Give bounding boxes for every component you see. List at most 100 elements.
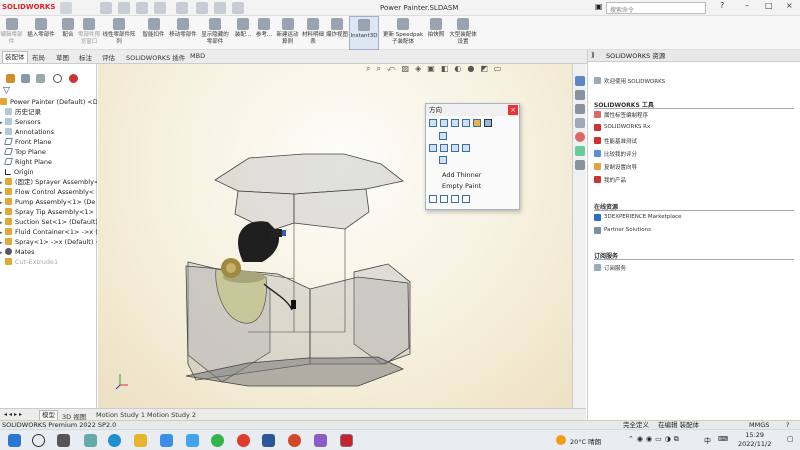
- update-view-icon[interactable]: [440, 119, 448, 127]
- back-view-icon[interactable]: [462, 144, 470, 152]
- app-icon[interactable]: [314, 434, 327, 447]
- tool-link[interactable]: SOLIDWORKS Rx: [594, 124, 650, 131]
- config-tab-icon[interactable]: [36, 74, 45, 83]
- tab-motion-study-1[interactable]: Motion Study 1: [96, 411, 145, 419]
- tree-item[interactable]: Right Plane: [0, 157, 97, 167]
- home-icon[interactable]: [60, 2, 72, 14]
- reset-view-icon[interactable]: [451, 119, 459, 127]
- two-view-horizontal-icon[interactable]: [451, 195, 459, 203]
- online-link[interactable]: Partner Solutions: [594, 227, 651, 234]
- right-view-icon[interactable]: [451, 144, 459, 152]
- task-view-icon[interactable]: [57, 434, 70, 447]
- tree-item[interactable]: Top Plane: [0, 147, 97, 157]
- menu-add-thinner[interactable]: Add Thinner: [442, 171, 481, 179]
- appearances-icon[interactable]: [575, 132, 585, 142]
- tree-item[interactable]: Front Plane: [0, 137, 97, 147]
- ime-indicator[interactable]: 中: [704, 436, 711, 446]
- input-icon[interactable]: ⌨: [718, 435, 728, 443]
- solidworks-icon[interactable]: [340, 434, 353, 447]
- clock[interactable]: 15:29 2022/11/2: [738, 431, 771, 449]
- tab-evaluate[interactable]: 评估: [102, 52, 115, 62]
- pin-panel-icon[interactable]: ⟫: [591, 51, 595, 59]
- ribbon-button-2[interactable]: 配合: [59, 16, 77, 50]
- tab-nav-icons[interactable]: ◂◂▸▸: [4, 411, 24, 418]
- design-library-icon[interactable]: [575, 90, 585, 100]
- tab-mbd[interactable]: MBD: [190, 52, 205, 60]
- tree-item[interactable]: ▸ Spray<1> ->x (Default) <: [0, 237, 97, 247]
- tree-item[interactable]: ▸ Sensors: [0, 117, 97, 127]
- terminal-icon[interactable]: ▣: [595, 2, 603, 11]
- print-icon[interactable]: [154, 2, 166, 14]
- ribbon-button-13[interactable]: Instant3D: [349, 16, 379, 50]
- tree-item[interactable]: ▸ Annotations: [0, 127, 97, 137]
- ribbon-button-14[interactable]: 更新 Speedpak 子装配体: [382, 16, 424, 50]
- search-input[interactable]: 搜索命令: [606, 2, 706, 14]
- search-icon[interactable]: [32, 434, 45, 447]
- orientation-close-button[interactable]: ×: [508, 105, 518, 115]
- welcome-link[interactable]: 欢迎使用 SOLIDWORKS: [594, 77, 665, 85]
- tree-item[interactable]: ▸ Mates: [0, 247, 97, 257]
- ribbon-button-1[interactable]: 插入零部件: [25, 16, 57, 50]
- tab-layout[interactable]: 布局: [32, 52, 45, 62]
- forum-icon[interactable]: [575, 160, 585, 170]
- ribbon-button-6[interactable]: 移动零部件: [168, 16, 198, 50]
- start-icon[interactable]: [8, 434, 21, 447]
- tree-item[interactable]: ▸ Flow Control Assembly<: [0, 187, 97, 197]
- open-file-icon[interactable]: [118, 2, 130, 14]
- tab-assembly[interactable]: 装配体: [2, 51, 28, 63]
- tool-link[interactable]: 比较我的评分: [594, 150, 637, 158]
- tab-sketch[interactable]: 草图: [56, 52, 69, 62]
- browser-icon[interactable]: [237, 434, 250, 447]
- filter-icon[interactable]: ▽: [3, 86, 10, 96]
- widgets-icon[interactable]: [84, 434, 97, 447]
- tool-link[interactable]: 属性标签编制程序: [594, 111, 648, 119]
- ribbon-button-5[interactable]: 智能扣件: [140, 16, 167, 50]
- powerpoint-icon[interactable]: [288, 434, 301, 447]
- new-view-icon[interactable]: [429, 119, 437, 127]
- four-view-icon[interactable]: [462, 195, 470, 203]
- store-icon[interactable]: [160, 434, 173, 447]
- tab-motion-study-2[interactable]: Motion Study 2: [147, 411, 196, 419]
- home-tab-icon[interactable]: [575, 76, 585, 86]
- weather-text[interactable]: 20°C 晴朗: [570, 436, 601, 446]
- word-icon[interactable]: [262, 434, 275, 447]
- tree-item[interactable]: ▸ Fluid Container<1> ->x (: [0, 227, 97, 237]
- ribbon-button-4[interactable]: 线性零部件阵列: [100, 16, 138, 50]
- display-tab-icon[interactable]: [69, 74, 78, 83]
- top-view-icon[interactable]: [439, 132, 447, 140]
- pin-icon[interactable]: [462, 119, 470, 127]
- tray-icons[interactable]: ⌃◉◉▭◑⧉: [628, 435, 682, 444]
- undo-icon[interactable]: [176, 2, 188, 14]
- explorer-icon[interactable]: [134, 434, 147, 447]
- ribbon-button-7[interactable]: 显示隐藏的零部件: [200, 16, 230, 50]
- ribbon-button-16[interactable]: 大型装配体设置: [447, 16, 479, 50]
- notification-icon[interactable]: ▢: [787, 435, 794, 443]
- edge-icon[interactable]: [108, 434, 121, 447]
- view-palette-icon[interactable]: [575, 118, 585, 128]
- tree-item[interactable]: Cut-Extrude1: [0, 257, 97, 267]
- rebuild-icon[interactable]: [214, 2, 226, 14]
- tab-markup[interactable]: 标注: [79, 52, 92, 62]
- tree-item[interactable]: ▸ Suction Set<1> (Default): [0, 217, 97, 227]
- tree-root[interactable]: Power Painter (Default) <De: [0, 97, 97, 107]
- tree-item[interactable]: Origin: [0, 167, 97, 177]
- ribbon-button-8[interactable]: 装配...: [232, 16, 254, 50]
- new-file-icon[interactable]: [100, 2, 112, 14]
- photos-icon[interactable]: [186, 434, 199, 447]
- bottom-view-icon[interactable]: [439, 156, 447, 164]
- tree-item[interactable]: ▸ Pump Assembly<1> (De: [0, 197, 97, 207]
- tool-link[interactable]: 性能基准测试: [594, 137, 637, 145]
- save-icon[interactable]: [136, 2, 148, 14]
- property-tab-icon[interactable]: [21, 74, 30, 83]
- wechat-icon[interactable]: [211, 434, 224, 447]
- tree-item[interactable]: ▸ Spray Tip Assembly<1>: [0, 207, 97, 217]
- maximize-icon[interactable]: □: [765, 1, 773, 10]
- tree-item[interactable]: ▸ (固定) Sprayer Assembly<: [0, 177, 97, 187]
- front-view-icon[interactable]: [440, 144, 448, 152]
- ribbon-button-15[interactable]: 拍快照: [426, 16, 446, 50]
- tool-link[interactable]: 复制设置向导: [594, 163, 637, 171]
- dimxpert-tab-icon[interactable]: [53, 74, 62, 83]
- file-explorer-icon[interactable]: [575, 104, 585, 114]
- custom-properties-icon[interactable]: [575, 146, 585, 156]
- tool-link[interactable]: 我的产品: [594, 176, 626, 184]
